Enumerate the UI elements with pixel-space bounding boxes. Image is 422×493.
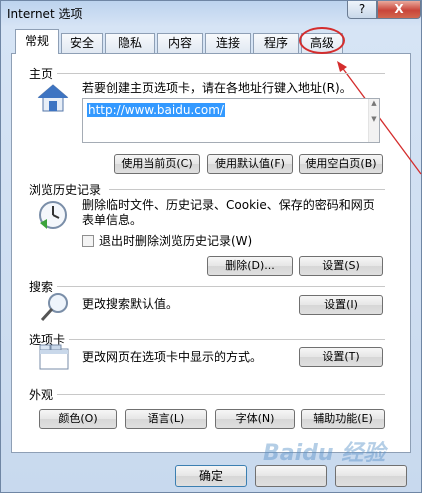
home-page-url-text: http://www.baidu.com/ [87, 103, 225, 117]
history-description-line2: 表单信息。 [82, 213, 143, 227]
annotation-circle [299, 27, 345, 54]
history-settings-button[interactable]: 设置(S) [299, 256, 383, 276]
home-page-url-field[interactable]: http://www.baidu.com/ ▲ ▼ [82, 98, 380, 143]
history-description-line1: 删除临时文件、历史记录、Cookie、保存的密码和网页 [82, 198, 375, 212]
use-blank-button[interactable]: 使用空白页(B) [299, 154, 383, 174]
history-section-title: 浏览历史记录 [29, 183, 102, 197]
use-default-button[interactable]: 使用默认值(F) [207, 154, 293, 174]
help-button[interactable]: ? [347, 1, 377, 19]
divider [69, 339, 385, 340]
fonts-button[interactable]: 字体(N) [215, 409, 295, 429]
tab-general[interactable]: 常规 [15, 29, 59, 54]
tabs-settings-button[interactable]: 设置(T) [299, 347, 383, 367]
close-button[interactable]: X [377, 1, 421, 19]
apply-button[interactable] [335, 465, 407, 487]
divider [57, 286, 385, 287]
home-description: 若要创建主页选项卡，请在各地址行键入地址(R)。 [82, 81, 352, 95]
home-icon [37, 84, 69, 112]
title-bar[interactable]: Internet 选项 ? X [1, 1, 421, 27]
search-settings-button[interactable]: 设置(I) [299, 295, 383, 315]
tabs-window-icon [39, 344, 69, 370]
window-title: Internet 选项 [7, 7, 83, 21]
url-scrollbar[interactable]: ▲ ▼ [368, 99, 379, 142]
internet-options-window: Internet 选项 ? X 常规 安全 隐私 内容 连接 程序 高级 主页 … [0, 0, 422, 493]
tab-security[interactable]: 安全 [61, 33, 103, 54]
delete-on-exit-checkbox[interactable] [82, 235, 94, 247]
search-description: 更改搜索默认值。 [82, 297, 179, 311]
divider [57, 394, 385, 395]
divider [57, 73, 385, 74]
tab-programs[interactable]: 程序 [253, 33, 299, 54]
appearance-section-title: 外观 [29, 388, 54, 402]
tab-privacy[interactable]: 隐私 [105, 33, 155, 54]
watermark: Baidu 经验 [263, 441, 386, 466]
delete-history-button[interactable]: 删除(D)... [207, 256, 293, 276]
history-clock-icon [39, 201, 67, 229]
use-current-button[interactable]: 使用当前页(C) [114, 154, 200, 174]
languages-button[interactable]: 语言(L) [125, 409, 207, 429]
tab-connections[interactable]: 连接 [205, 33, 251, 54]
cancel-button[interactable] [255, 465, 327, 487]
home-section-title: 主页 [29, 67, 54, 81]
accessibility-button[interactable]: 辅助功能(E) [301, 409, 385, 429]
magnifier-icon [40, 293, 68, 322]
tab-content[interactable]: 内容 [157, 33, 203, 54]
colors-button[interactable]: 颜色(O) [39, 409, 117, 429]
tabs-description: 更改网页在选项卡中显示的方式。 [82, 350, 263, 364]
ok-button[interactable]: 确定 [175, 465, 247, 487]
delete-on-exit-label[interactable]: 退出时删除浏览历史记录(W) [99, 234, 252, 249]
divider [109, 189, 385, 190]
